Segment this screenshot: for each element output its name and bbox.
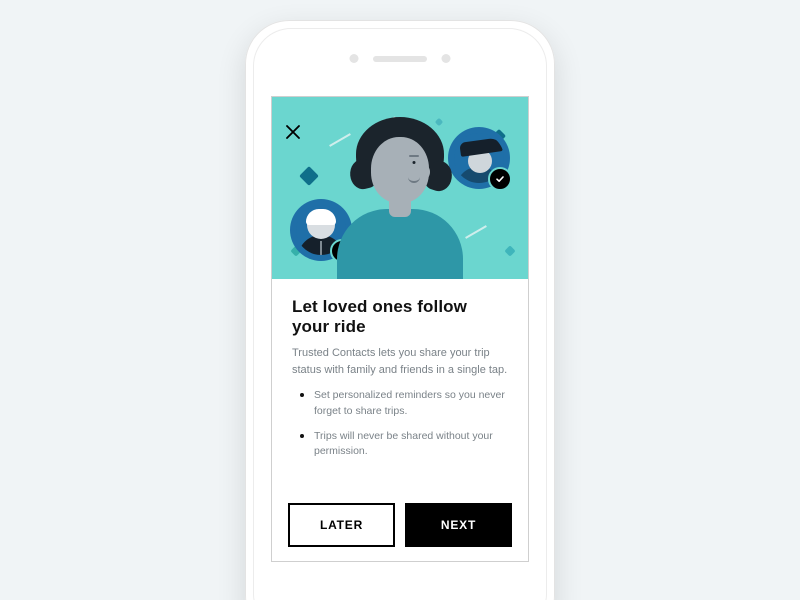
phone-inner: 9:23 PM 100% bbox=[253, 28, 547, 600]
close-button[interactable] bbox=[282, 121, 304, 143]
hero-illustration bbox=[272, 97, 528, 279]
content-area: Let loved ones follow your ride Trusted … bbox=[272, 279, 528, 479]
later-button[interactable]: LATER bbox=[288, 503, 395, 547]
bullet-item: Set personalized reminders so you never … bbox=[292, 388, 508, 420]
sparkle-icon bbox=[435, 118, 443, 126]
avatar-zip bbox=[320, 241, 322, 255]
onboarding-card: Let loved ones follow your ride Trusted … bbox=[272, 97, 528, 561]
avatar-hair bbox=[306, 209, 336, 225]
accent-line bbox=[465, 225, 487, 239]
canvas: 9:23 PM 100% bbox=[0, 0, 800, 600]
footer-actions: LATER NEXT bbox=[272, 491, 528, 561]
later-button-label: LATER bbox=[320, 518, 363, 532]
next-button[interactable]: NEXT bbox=[405, 503, 512, 547]
accent-line bbox=[329, 133, 351, 147]
onboarding-title: Let loved ones follow your ride bbox=[292, 297, 508, 337]
contact-avatar-right bbox=[448, 127, 510, 189]
sparkle-icon bbox=[504, 245, 515, 256]
avatar-hat bbox=[459, 137, 503, 157]
avatar-right-check-badge bbox=[488, 167, 512, 191]
bullet-list: Set personalized reminders so you never … bbox=[292, 388, 508, 460]
sparkle-icon bbox=[299, 166, 319, 186]
onboarding-description: Trusted Contacts lets you share your tri… bbox=[292, 345, 508, 378]
speaker-grille bbox=[373, 56, 427, 62]
next-button-label: NEXT bbox=[441, 518, 476, 532]
phone-frame: 9:23 PM 100% bbox=[245, 20, 555, 600]
proximity-sensor bbox=[442, 54, 451, 63]
front-camera bbox=[350, 54, 359, 63]
bullet-item: Trips will never be shared without your … bbox=[292, 429, 508, 461]
close-icon bbox=[286, 125, 300, 139]
hero-person bbox=[337, 209, 463, 279]
screen: 9:23 PM 100% bbox=[271, 96, 529, 562]
check-icon bbox=[495, 174, 505, 184]
